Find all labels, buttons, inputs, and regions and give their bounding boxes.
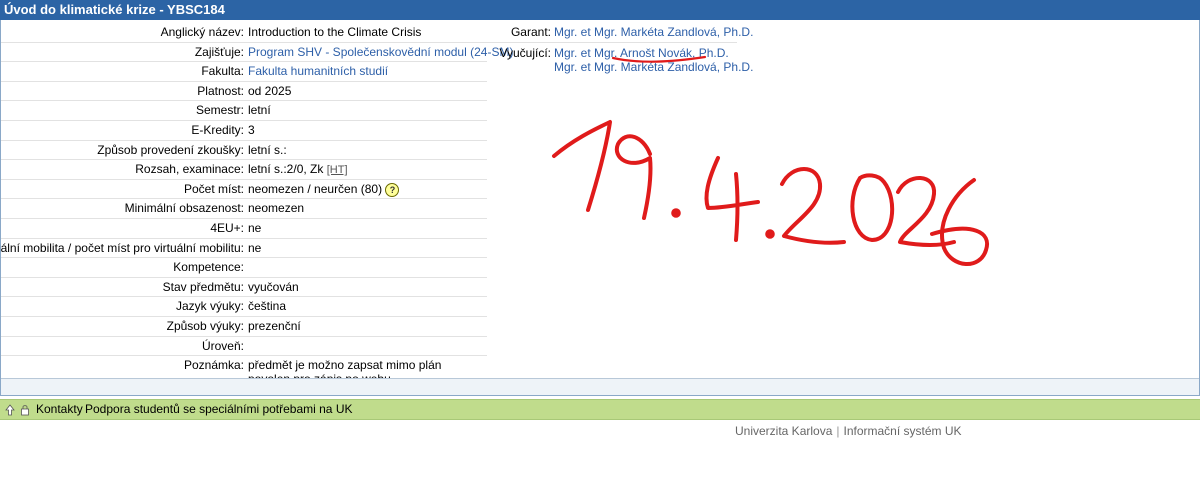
field-label: Minimální obsazenost: — [124, 201, 244, 216]
handwritten-underline — [611, 55, 707, 63]
garant-link[interactable]: Mgr. et Mgr. Markéta Zandlová, Ph.D. — [554, 25, 753, 39]
field-label: Fakulta: — [201, 64, 244, 79]
field-value: 3 — [248, 122, 255, 137]
field-label: Kompetence: — [173, 260, 244, 275]
field-value: ne — [248, 240, 262, 255]
field-row-status: Stav předmětu: vyučován — [1, 278, 487, 298]
page-title: Úvod do klimatické krize - YBSC184 — [0, 0, 1200, 20]
field-row-faculty: Fakulta: Fakulta humanitních studií — [1, 62, 487, 82]
contacts-link[interactable]: Kontakty — [36, 400, 83, 419]
provider-link[interactable]: Program SHV - Společenskovědní modul (24… — [248, 45, 513, 59]
field-row-competences: Kompetence: — [1, 258, 487, 278]
field-value: neomezen — [248, 201, 305, 216]
panel-footer — [1, 378, 1199, 395]
field-value: vyučován — [248, 279, 299, 294]
ht-link[interactable]: [HT] — [327, 164, 348, 176]
field-value: čeština — [248, 299, 287, 314]
field-label: Počet míst: — [183, 181, 244, 196]
field-value: od 2025 — [248, 83, 292, 98]
field-row-capacity: Počet míst: neomezen / neurčen (80) ? — [1, 180, 487, 200]
field-value: letní s.: — [248, 142, 287, 157]
field-row-scope: Rozsah, examinace: letní s.:2/0, Zk [HT] — [1, 160, 487, 180]
field-label: Jazyk výuky: — [175, 299, 244, 314]
field-value: ne — [248, 220, 262, 235]
field-value: letní s.:2/0, Zk [HT] — [248, 162, 348, 176]
information-system-link[interactable]: Informační systém UK — [844, 424, 962, 438]
field-label: 4EU+: — [210, 220, 244, 235]
field-row-exam-type: Způsob provedení zkoušky: letní s.: — [1, 141, 487, 161]
field-row-provider: Zajišťuje: Program SHV - Společenskovědn… — [1, 43, 513, 63]
faculty-link[interactable]: Fakulta humanitních studií — [248, 64, 388, 78]
field-label: Anglický název: — [160, 25, 244, 39]
field-label: Virtuální mobilita / počet míst pro virt… — [0, 240, 244, 255]
garant-label: Garant: — [510, 25, 551, 39]
field-label: Způsob výuky: — [166, 318, 244, 333]
handwritten-date-annotation — [552, 120, 990, 266]
help-icon[interactable]: ? — [385, 182, 400, 197]
field-row-4eu: 4EU+: ne — [1, 219, 487, 239]
field-value: letní — [248, 103, 271, 118]
field-label: Poznámka: — [183, 358, 244, 373]
scope-text: letní s.:2/0, Zk — [248, 162, 324, 177]
subject-fields-table: Anglický název: Introduction to the Clim… — [0, 23, 513, 386]
field-row-level: Úroveň: — [1, 337, 487, 357]
teachers-label: Vyučující: — [499, 46, 551, 60]
field-value: neomezen / neurčen (80) ? — [248, 181, 400, 197]
field-row-english-name: Anglický název: Introduction to the Clim… — [1, 23, 487, 43]
field-row-semester: Semestr: letní — [1, 101, 487, 121]
field-row-min-occupancy: Minimální obsazenost: neomezen — [1, 199, 487, 219]
site-footer: Univerzita Karlova | Informační systém UK — [735, 424, 962, 438]
field-label: Semestr: — [195, 103, 244, 118]
field-value: Introduction to the Climate Crisis — [248, 25, 422, 39]
support-link[interactable]: Podpora studentů se speciálními potřebam… — [85, 400, 353, 419]
field-label: E-Kredity: — [191, 122, 244, 137]
field-value: prezenční — [248, 318, 301, 333]
field-label: Úroveň: — [201, 338, 244, 353]
field-label: Způsob provedení zkoušky: — [97, 142, 244, 157]
footer-separator: | — [836, 424, 840, 438]
garant-row: Garant: Mgr. et Mgr. Markéta Zandlová, P… — [487, 23, 753, 43]
bottom-nav-bar: Kontakty Podpora studentů se speciálními… — [0, 399, 1200, 420]
field-row-language: Jazyk výuky: čeština — [1, 297, 487, 317]
field-row-teaching-mode: Způsob výuky: prezenční — [1, 317, 487, 337]
field-row-credits: E-Kredity: 3 — [1, 121, 487, 141]
field-label: Platnost: — [197, 83, 244, 98]
field-row-virtual-mobility: Virtuální mobilita / počet míst pro virt… — [0, 239, 487, 259]
field-label: Rozsah, examinace: — [135, 162, 244, 177]
capacity-text: neomezen / neurčen (80) — [248, 181, 383, 196]
university-link[interactable]: Univerzita Karlova — [735, 424, 832, 438]
lock-icon[interactable] — [20, 403, 30, 416]
note-line: předmět je možno zapsat mimo plán — [248, 358, 442, 373]
field-row-validity: Platnost: od 2025 — [1, 82, 487, 102]
field-label: Stav předmětu: — [162, 279, 244, 294]
field-label: Zajišťuje: — [194, 44, 244, 59]
up-arrow-icon[interactable] — [5, 403, 15, 416]
